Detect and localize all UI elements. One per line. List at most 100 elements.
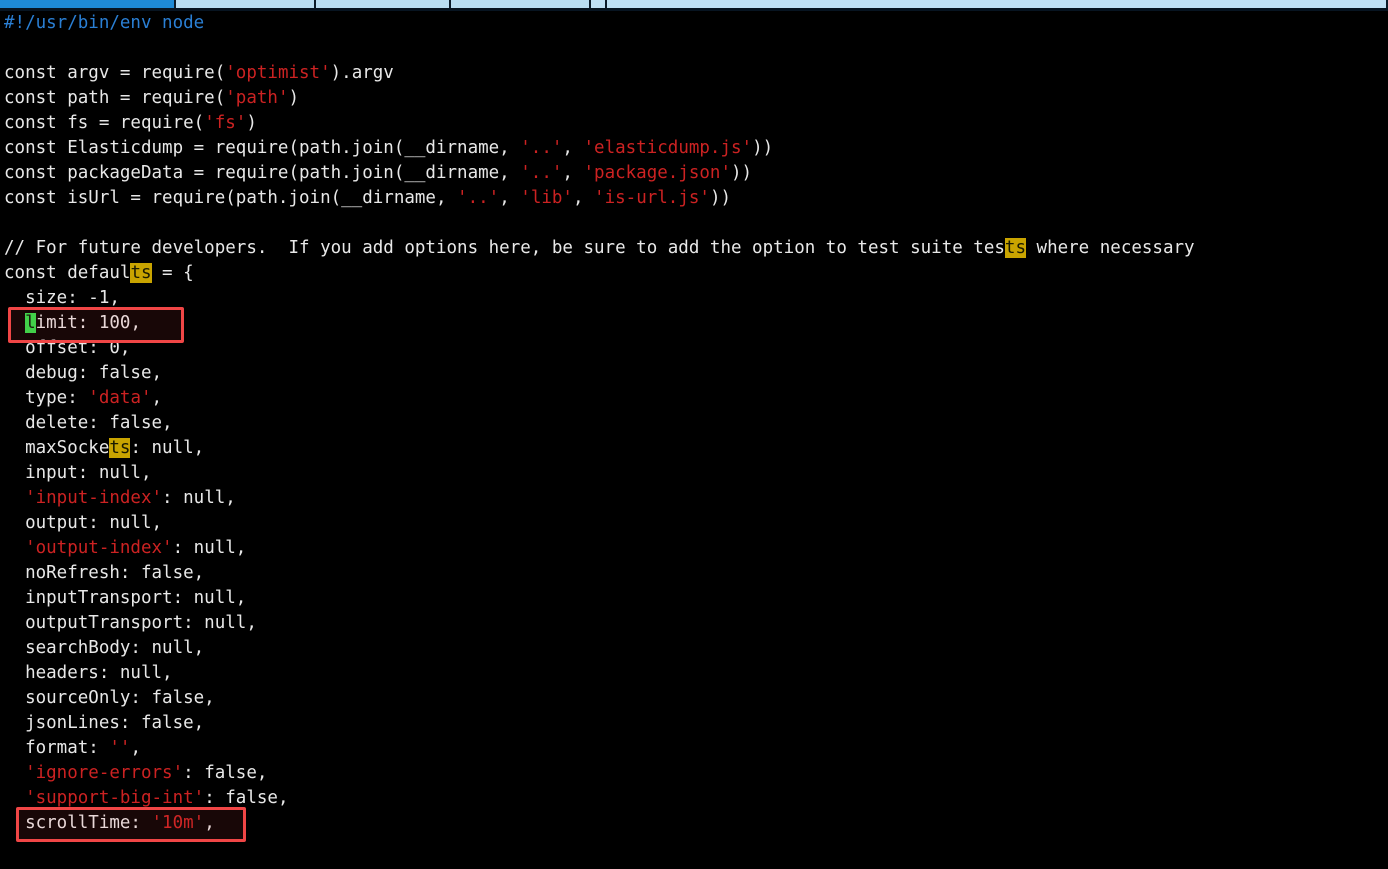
code-token: searchBody: null,: [4, 638, 205, 658]
code-line[interactable]: noRefresh: false,: [0, 561, 1388, 586]
code-token: format:: [4, 738, 110, 758]
code-token: output: null,: [4, 513, 163, 533]
code-line[interactable]: output: null,: [0, 511, 1388, 536]
code-string-token: 'ignore-errors': [25, 763, 184, 783]
code-token: noRefresh: false,: [4, 563, 205, 583]
code-string-token: 'lib': [520, 188, 573, 208]
code-comment-token: // For future developers. If you add opt…: [4, 238, 1005, 258]
browser-tab-4[interactable]: [451, 0, 591, 8]
code-token: sourceOnly: false,: [4, 688, 215, 708]
code-line[interactable]: debug: false,: [0, 361, 1388, 386]
code-line[interactable]: jsonLines: false,: [0, 711, 1388, 736]
browser-tab-3[interactable]: [316, 0, 451, 8]
code-line[interactable]: const defaults = {: [0, 261, 1388, 286]
code-line[interactable]: delete: false,: [0, 411, 1388, 436]
code-token: headers: null,: [4, 663, 173, 683]
code-token: = {: [151, 263, 194, 283]
code-line[interactable]: const packageData = require(path.join(__…: [0, 161, 1388, 186]
code-token: delete: false,: [4, 413, 173, 433]
code-string-token: 'data': [88, 388, 152, 408]
code-token: debug: false,: [4, 363, 163, 383]
code-token: const isUrl = require(path.join(__dirnam…: [4, 188, 458, 208]
code-token: imit: 100,: [35, 313, 141, 333]
code-line[interactable]: const Elasticdump = require(path.join(__…: [0, 136, 1388, 161]
code-token: : null,: [162, 488, 236, 508]
code-line[interactable]: outputTransport: null,: [0, 611, 1388, 636]
browser-tab-6[interactable]: [607, 0, 1388, 8]
code-string-token: 'fs': [204, 113, 247, 133]
code-line[interactable]: [0, 211, 1388, 236]
code-line[interactable]: [0, 36, 1388, 61]
code-line[interactable]: 'support-big-int': false,: [0, 786, 1388, 811]
code-line[interactable]: 'input-index': null,: [0, 486, 1388, 511]
code-string-token: '': [109, 738, 131, 758]
code-line[interactable]: const fs = require('fs'): [0, 111, 1388, 136]
code-token: jsonLines: false,: [4, 713, 205, 733]
code-line[interactable]: sourceOnly: false,: [0, 686, 1388, 711]
code-token: : false,: [204, 788, 289, 808]
code-string-token: 'input-index': [25, 488, 163, 508]
code-token: ): [288, 88, 300, 108]
code-token: ,: [204, 813, 215, 833]
code-token: const argv = require(: [4, 63, 226, 83]
code-token: ,: [572, 188, 595, 208]
code-token: ,: [562, 138, 584, 158]
code-line[interactable]: const isUrl = require(path.join(__dirnam…: [0, 186, 1388, 211]
text-cursor: l: [25, 313, 36, 333]
code-line[interactable]: headers: null,: [0, 661, 1388, 686]
code-token: )): [752, 138, 774, 158]
code-line[interactable]: const argv = require('optimist').argv: [0, 61, 1388, 86]
code-line[interactable]: // For future developers. If you add opt…: [0, 236, 1388, 261]
code-token: )): [731, 163, 753, 183]
code-token: const defaul: [4, 263, 131, 283]
code-line[interactable]: inputTransport: null,: [0, 586, 1388, 611]
browser-tab-5[interactable]: [591, 0, 607, 8]
code-line[interactable]: #!/usr/bin/env node: [0, 11, 1388, 36]
code-token: scrollTime:: [4, 813, 152, 833]
code-string-token: 'package.json': [583, 163, 732, 183]
search-match-highlight: ts: [1004, 238, 1026, 258]
code-line[interactable]: 'ignore-errors': false,: [0, 761, 1388, 786]
code-token: type:: [4, 388, 89, 408]
code-line[interactable]: offset: 0,: [0, 336, 1388, 361]
code-token: const fs = require(: [4, 113, 205, 133]
code-string-token: '..': [457, 188, 500, 208]
code-token: input: null,: [4, 463, 152, 483]
code-token: offset: 0,: [4, 338, 131, 358]
code-token: ,: [130, 738, 141, 758]
code-line[interactable]: type: 'data',: [0, 386, 1388, 411]
browser-tab-2[interactable]: [176, 0, 316, 8]
code-token: : false,: [183, 763, 268, 783]
code-string-token: 'path': [225, 88, 289, 108]
code-token: maxSocke: [4, 438, 110, 458]
code-line[interactable]: limit: 100,: [0, 311, 1388, 336]
browser-tab-1[interactable]: [0, 0, 176, 8]
code-token: ,: [562, 163, 584, 183]
code-line[interactable]: searchBody: null,: [0, 636, 1388, 661]
code-string-token: '..': [520, 138, 563, 158]
code-line[interactable]: format: '',: [0, 736, 1388, 761]
code-line[interactable]: size: -1,: [0, 286, 1388, 311]
code-token: : null,: [130, 438, 205, 458]
code-line[interactable]: scrollTime: '10m',: [0, 811, 1388, 836]
code-comment-token: where necessary: [1026, 238, 1195, 258]
code-line[interactable]: 'output-index': null,: [0, 536, 1388, 561]
code-token: ,: [499, 188, 521, 208]
code-string-token: 'support-big-int': [25, 788, 205, 808]
code-token: const Elasticdump = require(path.join(__…: [4, 138, 521, 158]
code-editor-content[interactable]: #!/usr/bin/env node const argv = require…: [0, 11, 1388, 869]
search-match-highlight: ts: [130, 263, 152, 283]
code-line[interactable]: input: null,: [0, 461, 1388, 486]
code-token: outputTransport: null,: [4, 613, 257, 633]
code-string-token: 'is-url.js': [594, 188, 710, 208]
code-string-token: '..': [520, 163, 563, 183]
code-string-token: '10m': [151, 813, 205, 833]
code-token: ,: [151, 388, 163, 408]
code-line[interactable]: const path = require('path'): [0, 86, 1388, 111]
code-token: const packageData = require(path.join(__…: [4, 163, 521, 183]
code-line[interactable]: maxSockets: null,: [0, 436, 1388, 461]
